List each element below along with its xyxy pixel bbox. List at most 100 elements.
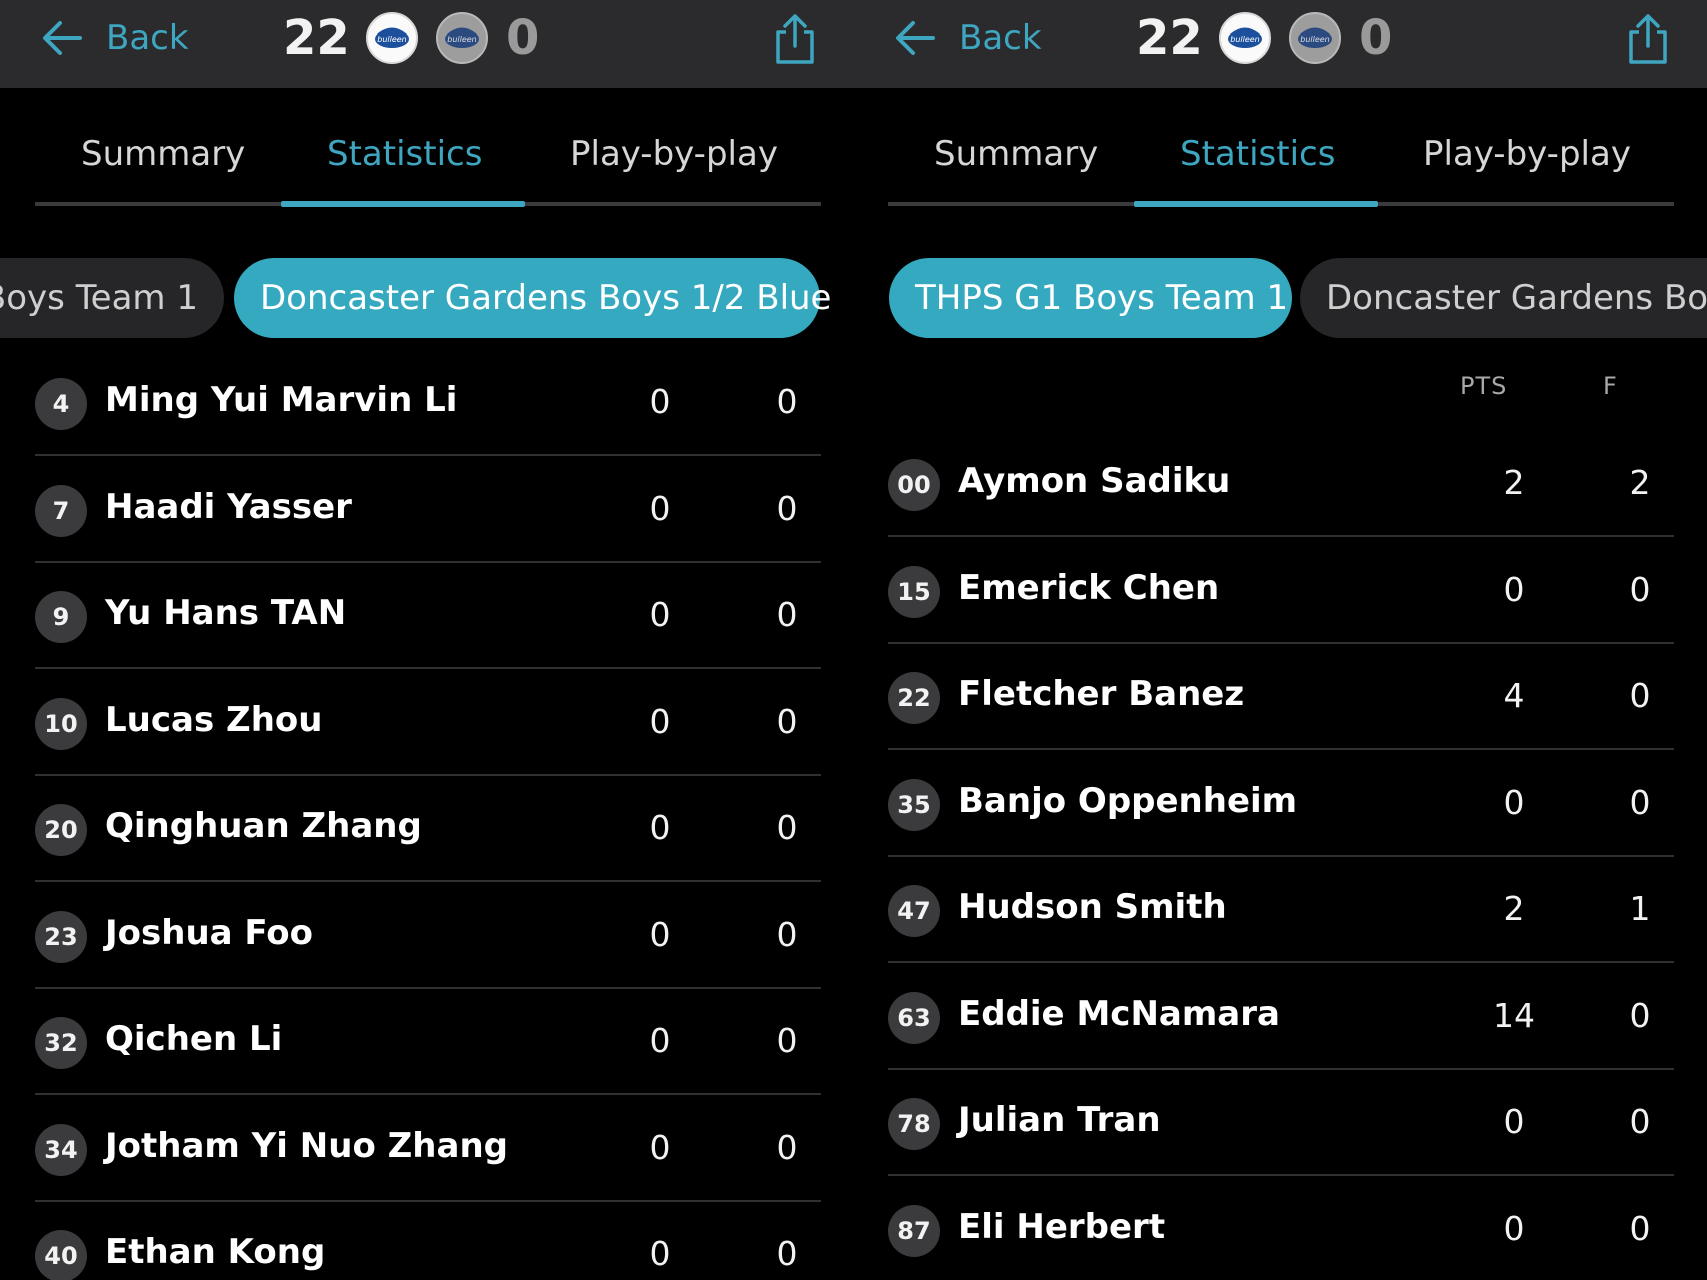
row-divider (888, 748, 1674, 750)
player-pts: 2 (1503, 463, 1525, 502)
arrow-left-icon (896, 21, 935, 55)
top-bar: Back 22 bulleen bulleen 0 (853, 0, 1707, 88)
player-fouls: 0 (1629, 570, 1651, 609)
svg-text:bulleen: bulleen (447, 35, 477, 44)
jersey-number: 78 (888, 1098, 940, 1150)
back-label: Back (959, 18, 1042, 58)
player-name: Ethan Kong (105, 1232, 326, 1272)
team-pill-label: THPS G1 Boys Team 1 (915, 278, 1289, 318)
home-team-logo: bulleen (1219, 12, 1271, 64)
player-row[interactable]: 47 Hudson Smith 2 1 (888, 857, 1674, 963)
row-divider (35, 1093, 821, 1095)
player-row[interactable]: 78 Julian Tran 0 0 (888, 1070, 1674, 1176)
back-button[interactable]: Back (40, 14, 189, 62)
player-name: Aymon Sadiku (958, 461, 1231, 501)
player-row[interactable]: 22 Fletcher Banez 4 0 (888, 644, 1674, 750)
tab-statistics[interactable]: Statistics (327, 134, 482, 174)
team-pill-home[interactable]: Boys Team 1 (0, 258, 224, 338)
player-fouls: 0 (1629, 1209, 1651, 1248)
player-pts: 0 (649, 382, 671, 421)
team-pill-away[interactable]: Doncaster Gardens Boys 1/2 Blue (234, 258, 831, 338)
home-score: 22 (1136, 10, 1203, 66)
player-pts: 4 (1503, 676, 1525, 715)
jersey-number: 63 (888, 992, 940, 1044)
player-row[interactable]: 23 Joshua Foo 0 0 (35, 883, 821, 989)
player-name: Yu Hans TAN (105, 593, 347, 633)
tab-play-by-play[interactable]: Play-by-play (1423, 134, 1631, 174)
player-row[interactable]: 7 Haadi Yasser 0 0 (35, 457, 821, 563)
share-icon[interactable] (1623, 12, 1673, 66)
jersey-number: 7 (35, 485, 87, 537)
player-name: Lucas Zhou (105, 700, 323, 740)
player-fouls: 0 (776, 808, 798, 847)
player-fouls: 0 (776, 702, 798, 741)
back-button[interactable]: Back (893, 14, 1042, 62)
tab-bar: Summary Statistics Play-by-play (35, 118, 821, 208)
player-name: Joshua Foo (105, 913, 314, 953)
player-name: Jotham Yi Nuo Zhang (105, 1126, 508, 1166)
jersey-number: 22 (888, 672, 940, 724)
player-row[interactable]: 10 Lucas Zhou 0 0 (35, 670, 821, 776)
player-row[interactable]: 32 Qichen Li 0 0 (35, 989, 821, 1095)
home-team-logo: bulleen (366, 12, 418, 64)
away-score: 0 (506, 10, 540, 66)
player-row[interactable]: 4 Ming Yui Marvin Li 0 0 (35, 350, 821, 456)
player-pts: 0 (649, 1234, 671, 1273)
player-pts: 2 (1503, 889, 1525, 928)
jersey-number: 40 (35, 1230, 87, 1280)
player-fouls: 0 (1629, 783, 1651, 822)
row-divider (35, 454, 821, 456)
active-tab-indicator (1134, 201, 1378, 207)
player-name: Emerick Chen (958, 568, 1220, 608)
jersey-number: 9 (35, 591, 87, 643)
svg-text:bulleen: bulleen (1230, 35, 1260, 44)
team-pill-home[interactable]: THPS G1 Boys Team 1 (889, 258, 1292, 338)
player-name: Qinghuan Zhang (105, 806, 422, 846)
jersey-number: 35 (888, 779, 940, 831)
jersey-number: 10 (35, 698, 87, 750)
team-pill-label: Boys Team 1 (0, 278, 198, 318)
jersey-number: 20 (35, 804, 87, 856)
player-row[interactable]: 35 Banjo Oppenheim 0 0 (888, 751, 1674, 857)
player-row[interactable]: 63 Eddie McNamara 14 0 (888, 964, 1674, 1070)
player-name: Fletcher Banez (958, 674, 1245, 714)
active-tab-indicator (281, 201, 525, 207)
jersey-number: 4 (35, 378, 87, 430)
player-name: Eddie McNamara (958, 994, 1280, 1034)
jersey-number: 34 (35, 1124, 87, 1176)
tab-summary[interactable]: Summary (934, 134, 1098, 174)
player-fouls: 2 (1629, 463, 1651, 502)
player-row[interactable]: 15 Emerick Chen 0 0 (888, 538, 1674, 644)
row-divider (888, 961, 1674, 963)
player-row[interactable]: 00 Aymon Sadiku 2 2 (888, 431, 1674, 537)
left-screen: Back 22 bulleen bulleen 0 Summary Statis… (0, 0, 854, 1280)
tab-play-by-play[interactable]: Play-by-play (570, 134, 778, 174)
player-name: Haadi Yasser (105, 487, 352, 527)
share-icon[interactable] (770, 12, 820, 66)
player-row[interactable]: 20 Qinghuan Zhang 0 0 (35, 776, 821, 882)
player-row[interactable]: 34 Jotham Yi Nuo Zhang 0 0 (35, 1096, 821, 1202)
player-name: Hudson Smith (958, 887, 1227, 927)
tab-bar: Summary Statistics Play-by-play (888, 118, 1674, 208)
player-row[interactable]: 87 Eli Herbert 0 0 (888, 1177, 1674, 1280)
tab-summary[interactable]: Summary (81, 134, 245, 174)
player-fouls: 0 (776, 382, 798, 421)
player-fouls: 0 (1629, 1102, 1651, 1141)
player-name: Qichen Li (105, 1019, 283, 1059)
team-pill-label: Doncaster Gardens Boys 1/2 Blue (260, 278, 832, 318)
player-pts: 0 (649, 702, 671, 741)
player-pts: 0 (649, 915, 671, 954)
player-pts: 0 (649, 1128, 671, 1167)
player-pts: 0 (1503, 783, 1525, 822)
player-row[interactable]: 9 Yu Hans TAN 0 0 (35, 563, 821, 669)
home-score: 22 (283, 10, 350, 66)
player-pts: 14 (1493, 996, 1535, 1035)
away-team-logo: bulleen (436, 12, 488, 64)
player-row[interactable]: 40 Ethan Kong 0 0 (35, 1202, 821, 1280)
player-pts: 0 (1503, 1209, 1525, 1248)
tab-statistics[interactable]: Statistics (1180, 134, 1335, 174)
svg-text:bulleen: bulleen (1300, 35, 1330, 44)
team-pill-away[interactable]: Doncaster Gardens Boy (1300, 258, 1707, 338)
player-fouls: 1 (1629, 889, 1651, 928)
arrow-left-icon (43, 21, 82, 55)
